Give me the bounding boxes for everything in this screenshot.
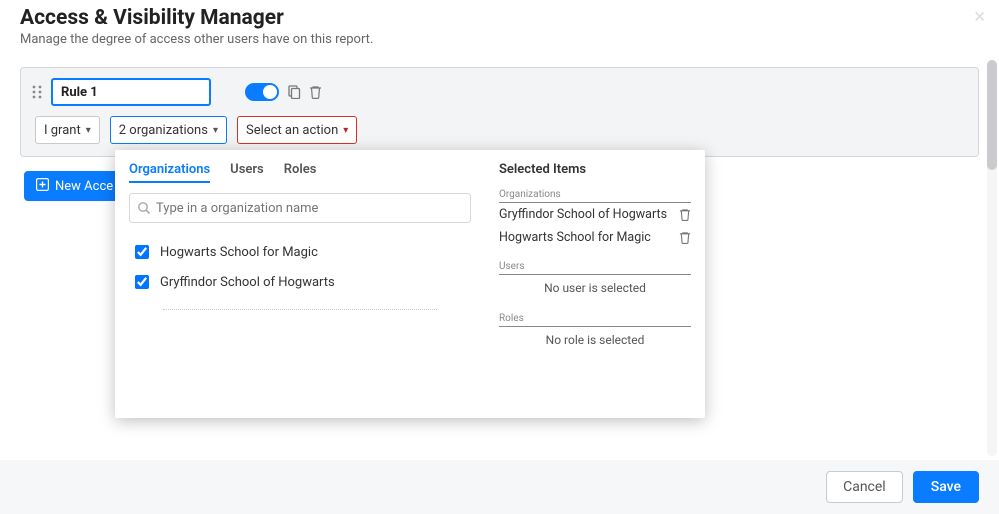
scope-dropdown-label: 2 organizations <box>119 123 208 138</box>
close-icon[interactable]: × <box>974 4 985 28</box>
page-scrollbar[interactable] <box>987 60 997 456</box>
divider <box>163 309 437 310</box>
selected-roles-empty: No role is selected <box>499 327 691 353</box>
save-button[interactable]: Save <box>913 471 979 503</box>
grant-dropdown-label: I grant <box>44 123 81 138</box>
trash-icon[interactable] <box>309 85 322 99</box>
scrollbar-thumb[interactable] <box>987 60 997 170</box>
org-option-label: Gryffindor School of Hogwarts <box>160 275 335 290</box>
tab-users[interactable]: Users <box>230 162 264 183</box>
dialog-footer: Cancel Save <box>0 460 999 514</box>
selected-item-label: Gryffindor School of Hogwarts <box>499 207 667 222</box>
search-icon <box>137 200 151 219</box>
rule-card: I grant ▾ 2 organizations ▾ Select an ac… <box>20 67 979 157</box>
organization-search-input[interactable] <box>129 193 471 223</box>
tab-organizations[interactable]: Organizations <box>129 162 210 183</box>
scope-dropdown[interactable]: 2 organizations ▾ <box>110 116 227 144</box>
drag-handle-icon[interactable] <box>31 85 43 99</box>
chevron-down-icon: ▾ <box>86 125 91 136</box>
selected-item-label: Hogwarts School for Magic <box>499 230 651 245</box>
org-option-label: Hogwarts School for Magic <box>160 245 318 260</box>
selected-users-empty: No user is selected <box>499 275 691 301</box>
org-option[interactable]: Gryffindor School of Hogwarts <box>129 267 471 297</box>
action-dropdown-label: Select an action <box>246 123 338 138</box>
cancel-button[interactable]: Cancel <box>826 471 903 503</box>
chevron-down-icon: ▾ <box>213 125 218 136</box>
selected-item: Gryffindor School of Hogwarts <box>499 203 691 226</box>
page-subtitle: Manage the degree of access other users … <box>20 32 979 47</box>
tab-roles[interactable]: Roles <box>284 162 317 183</box>
chevron-down-icon: ▾ <box>343 125 348 136</box>
org-option[interactable]: Hogwarts School for Magic <box>129 237 471 267</box>
rule-name-input[interactable] <box>51 78 211 106</box>
grant-dropdown[interactable]: I grant ▾ <box>35 116 100 144</box>
page-title: Access & Visibility Manager <box>20 6 979 30</box>
selected-item: Hogwarts School for Magic <box>499 226 691 249</box>
scope-picker-popover: Organizations Users Roles Hogwarts Schoo… <box>115 150 705 418</box>
org-option-checkbox[interactable] <box>135 245 149 259</box>
trash-icon[interactable] <box>679 208 691 221</box>
rule-enabled-toggle[interactable] <box>245 83 279 101</box>
action-dropdown[interactable]: Select an action ▾ <box>237 116 357 144</box>
selected-group-label-roles: Roles <box>499 313 691 327</box>
plus-box-icon <box>36 178 49 195</box>
trash-icon[interactable] <box>679 231 691 244</box>
org-option-checkbox[interactable] <box>135 275 149 289</box>
selected-group-label-users: Users <box>499 261 691 275</box>
new-access-rule-button[interactable]: New Acce <box>24 171 125 201</box>
new-access-rule-label: New Acce <box>55 179 113 194</box>
selected-items-heading: Selected Items <box>499 162 691 177</box>
copy-icon[interactable] <box>287 85 301 99</box>
selected-group-label-organizations: Organizations <box>499 189 691 203</box>
